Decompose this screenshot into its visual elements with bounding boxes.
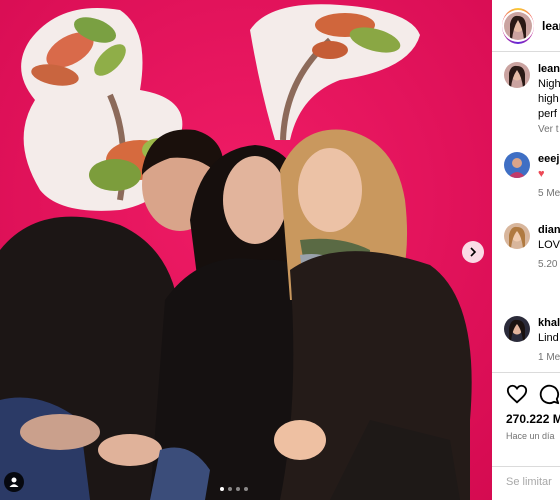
comment-text: LOV [538,239,560,251]
story-ring[interactable] [502,7,534,44]
comment-item: dian LOV 5.20 [504,223,560,272]
author-username[interactable]: lean [542,19,560,33]
avatar[interactable] [504,223,530,249]
tagged-users-button[interactable] [4,472,24,492]
caption: lean Nigh high perf Ver t [504,62,560,137]
divider [492,466,560,467]
post-view: lean lean Nigh high perf Ver t eeej ♥ [0,0,560,500]
see-translation-link[interactable]: Ver t [538,122,560,137]
comment-username[interactable]: eeej [538,152,560,167]
comment-meta: 5 Me [538,188,560,199]
comment-username[interactable]: dian [538,223,560,238]
comment-item: eeej ♥ 5 Me [504,152,560,201]
caption-line: Nigh [538,78,560,90]
likes-count[interactable]: 270.222 M [506,412,560,426]
avatar[interactable] [504,316,530,342]
comment-text: Lind [538,332,559,344]
chevron-right-icon [470,247,477,257]
avatar[interactable] [504,152,530,178]
user-tag-icon [9,477,19,487]
comment-text: ♥ [538,168,545,180]
post-photo[interactable] [0,0,492,500]
avatar[interactable] [504,62,530,88]
next-slide-button[interactable] [462,241,484,263]
comment-meta: 1 Me [538,352,560,363]
photo-illustration [0,0,492,500]
carousel-dot [228,487,232,491]
post-timestamp: Hace un día [506,431,555,441]
carousel-dot [244,487,248,491]
carousel-dot [236,487,240,491]
caption-username[interactable]: lean [538,62,560,77]
comment-item: khal Lind 1 Me [504,316,560,365]
caption-line: perf [538,108,557,120]
avatar [504,11,532,40]
comment-meta: 5.20 [538,259,558,270]
comment-icon[interactable] [538,383,560,405]
caption-line: high [538,93,559,105]
action-bar [506,383,560,405]
carousel-dots [220,487,248,491]
divider [492,372,560,373]
comment-input[interactable]: Se limitar [506,476,552,488]
heart-icon[interactable] [506,383,528,405]
post-header: lean [492,0,560,52]
comment-username[interactable]: khal [538,316,560,331]
post-side-panel: lean lean Nigh high perf Ver t eeej ♥ [492,0,560,500]
carousel-dot [220,487,224,491]
